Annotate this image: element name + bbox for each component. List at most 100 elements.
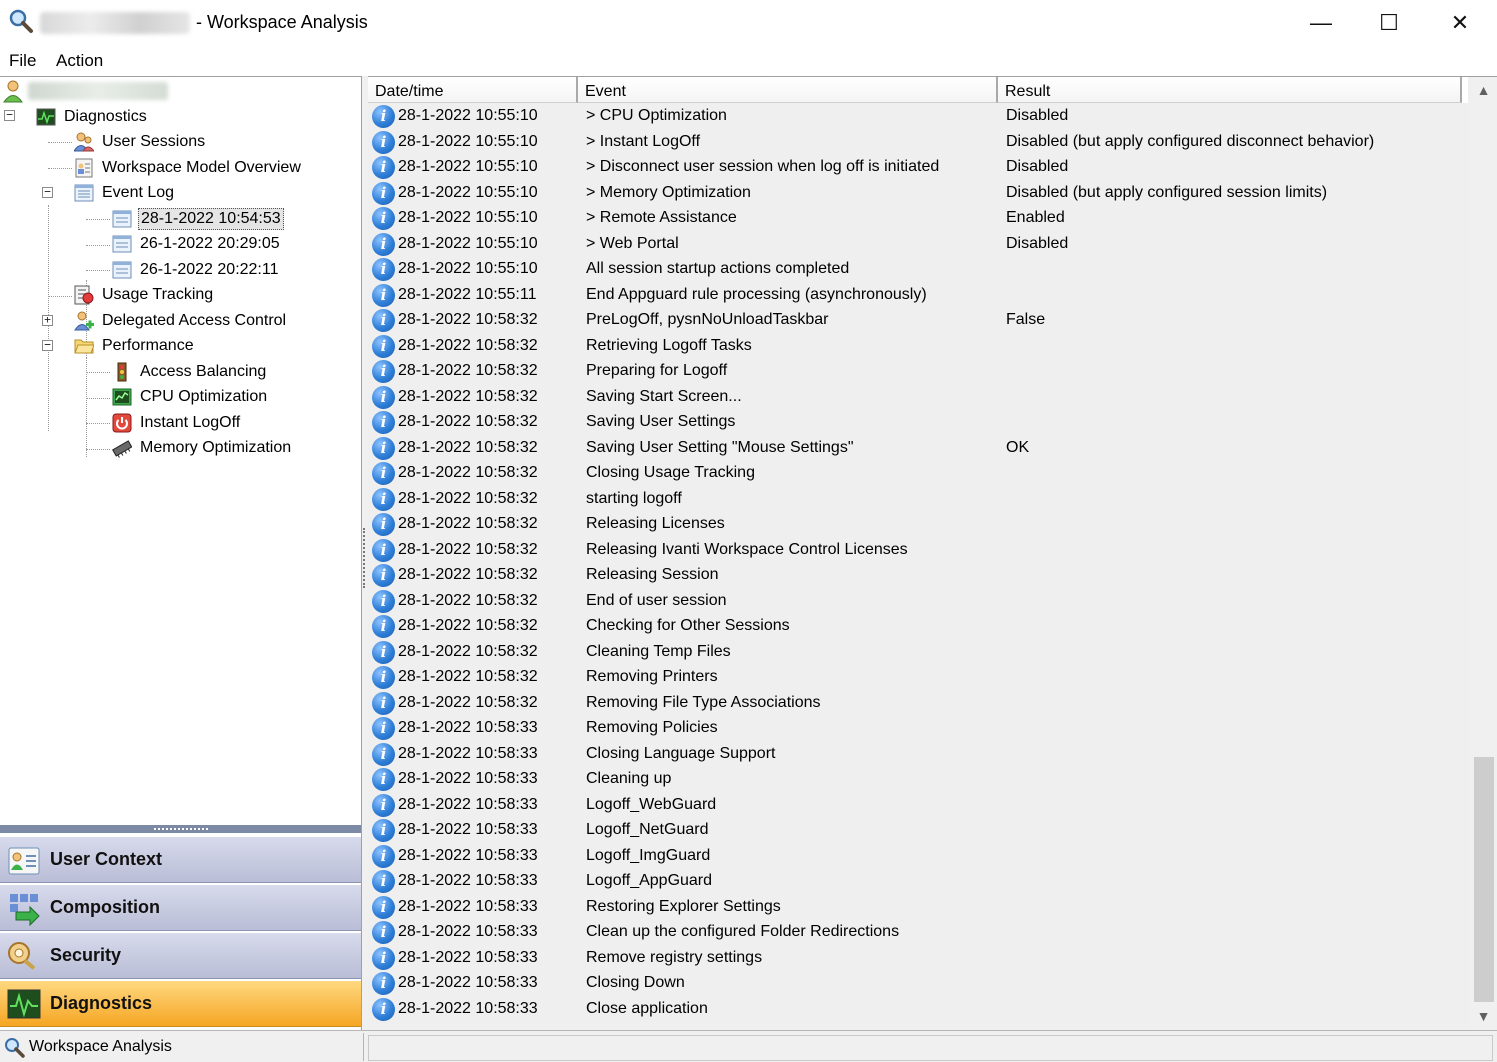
info-icon: i	[372, 411, 395, 434]
cell-event: > Disconnect user session when log off i…	[586, 158, 940, 175]
info-icon: i	[372, 360, 395, 383]
table-row[interactable]: i 28-1-2022 10:55:11 End Appguard rule pro…	[368, 283, 1468, 308]
nav-label: Composition	[50, 897, 160, 917]
cell-datetime: 28-1-2022 10:58:32	[398, 693, 538, 711]
table-row[interactable]: i 28-1-2022 10:55:10 > Remote Assistance En…	[368, 206, 1468, 231]
cell-datetime: 28-1-2022 10:58:32	[398, 540, 538, 558]
table-row[interactable]: i 28-1-2022 10:58:33 Remove registry setti…	[368, 946, 1468, 971]
column-header-result[interactable]: Result	[998, 77, 1462, 103]
expander-delegated-access[interactable]: +	[42, 314, 53, 326]
scroll-up-icon[interactable]: ▲	[1470, 77, 1497, 103]
nav-composition[interactable]: Composition	[0, 885, 361, 931]
table-row[interactable]: i 28-1-2022 10:58:33 Closing Down	[368, 971, 1468, 996]
table-row[interactable]: i 28-1-2022 10:58:33 Logoff_AppGuard	[368, 869, 1468, 894]
table-row[interactable]: i 28-1-2022 10:58:32 Removing Printers	[368, 665, 1468, 690]
cell-event: PreLogOff, pysnNoUnloadTaskbar	[586, 311, 829, 328]
nav-label: User Context	[50, 849, 163, 869]
table-row[interactable]: i 28-1-2022 10:55:10 > Disconnect user ses…	[368, 155, 1468, 180]
table-row[interactable]: i 28-1-2022 10:58:32 Closing Usage Trackin…	[368, 461, 1468, 486]
table-row[interactable]: i 28-1-2022 10:58:32 Removing File Type As…	[368, 691, 1468, 716]
tree-item-memory-optimization[interactable]: Memory Optimization	[112, 436, 293, 460]
minimize-button[interactable]: —	[1286, 0, 1356, 46]
table-row[interactable]: i 28-1-2022 10:55:10 All session startup a…	[368, 257, 1468, 282]
expander-event-log[interactable]: −	[42, 186, 53, 198]
tree-item-performance[interactable]: Performance	[74, 334, 196, 358]
cell-result: Disabled (but apply configured session l…	[1006, 183, 1328, 201]
table-row[interactable]: i 28-1-2022 10:58:32 starting logoff	[368, 487, 1468, 512]
tree-item-instant-logoff[interactable]: Instant LogOff	[112, 411, 242, 435]
tree-label: Usage Tracking	[102, 286, 214, 303]
vertical-scrollbar[interactable]: ▲ ▼	[1470, 77, 1497, 1031]
table-row[interactable]: i 28-1-2022 10:58:32 Preparing for Logoff	[368, 359, 1468, 384]
tree-item-delegated-access-control[interactable]: Delegated Access Control	[74, 309, 288, 333]
table-row[interactable]: i 28-1-2022 10:58:33 Clean up the configur…	[368, 920, 1468, 945]
redacted-user-node[interactable]	[28, 82, 168, 100]
table-row[interactable]: i 28-1-2022 10:58:32 Saving Start Screen..…	[368, 385, 1468, 410]
info-icon: i	[372, 615, 395, 638]
tree-item-diagnostics[interactable]: Diagnostics	[36, 105, 149, 129]
tree-item-workspace-model-overview[interactable]: Workspace Model Overview	[74, 156, 303, 180]
scroll-down-icon[interactable]: ▼	[1470, 1003, 1497, 1029]
table-row[interactable]: i 28-1-2022 10:58:32 Releasing Licenses	[368, 512, 1468, 537]
close-button[interactable]: ✕	[1425, 0, 1495, 46]
column-header-event[interactable]: Event	[578, 77, 998, 103]
table-row[interactable]: i 28-1-2022 10:58:33 Logoff_NetGuard	[368, 818, 1468, 843]
cell-datetime: 28-1-2022 10:58:32	[398, 617, 538, 634]
table-row[interactable]: i 28-1-2022 10:58:32 Checking for Other Se…	[368, 614, 1468, 639]
nav-diagnostics[interactable]: Diagnostics	[0, 981, 361, 1027]
tree-label: Workspace Model Overview	[102, 159, 301, 176]
cell-result: Disabled	[1006, 234, 1069, 252]
nav-user-context[interactable]: User Context	[0, 837, 361, 883]
cell-event: Removing Printers	[586, 668, 718, 685]
tree-item-access-balancing[interactable]: Access Balancing	[112, 360, 268, 384]
info-icon: i	[372, 334, 395, 358]
table-row[interactable]: i 28-1-2022 10:58:33 Closing Language Supp…	[368, 742, 1468, 767]
tree-item-usage-tracking[interactable]: Usage Tracking	[74, 283, 215, 307]
user-card-icon	[8, 847, 40, 874]
menu-file[interactable]: File	[9, 51, 36, 71]
maximize-button[interactable]: ☐	[1354, 0, 1424, 46]
table-row[interactable]: i 28-1-2022 10:55:10 > CPU Optimization Dis…	[368, 104, 1468, 129]
tree-item-log-26-1-2022-a[interactable]: 26-1-2022 20:29:05	[112, 232, 282, 256]
table-row[interactable]: i 28-1-2022 10:55:10 > Instant LogOff Disab…	[368, 130, 1468, 155]
tree-line	[86, 245, 110, 246]
tree-item-event-log[interactable]: Event Log	[74, 181, 176, 205]
tree-view[interactable]: − − + − Diagnostics User Sessions Worksp…	[0, 77, 362, 825]
menu-action[interactable]: Action	[56, 51, 103, 71]
tree-item-log-26-1-2022-b[interactable]: 26-1-2022 20:22:11	[112, 258, 280, 282]
table-row[interactable]: i 28-1-2022 10:58:33 Restoring Explorer Se…	[368, 895, 1468, 920]
cell-datetime: 28-1-2022 10:58:32	[398, 464, 538, 481]
table-row[interactable]: i 28-1-2022 10:55:10 > Web Portal Disabled	[368, 232, 1468, 257]
tree-item-cpu-optimization[interactable]: CPU Optimization	[112, 385, 269, 409]
cell-datetime: 28-1-2022 10:58:32	[398, 566, 538, 583]
table-row[interactable]: i 28-1-2022 10:58:32 Retrieving Logoff Tas…	[368, 334, 1468, 359]
table-row[interactable]: i 28-1-2022 10:58:32 Cleaning Temp Files	[368, 640, 1468, 665]
column-header-datetime[interactable]: Date/time	[368, 77, 578, 103]
table-row[interactable]: i 28-1-2022 10:58:32 Saving User Settings	[368, 410, 1468, 435]
panel-splitter[interactable]	[0, 825, 361, 833]
table-row[interactable]: i 28-1-2022 10:58:33 Cleaning up	[368, 767, 1468, 792]
cell-datetime: 28-1-2022 10:58:32	[398, 336, 538, 354]
table-row[interactable]: i 28-1-2022 10:55:10 > Memory Optimization…	[368, 181, 1468, 206]
table-row[interactable]: i 28-1-2022 10:58:33 Logoff_WebGuard	[368, 793, 1468, 818]
expander-performance[interactable]: −	[42, 339, 53, 351]
scrollbar-thumb[interactable]	[1474, 757, 1494, 1002]
tree-line	[48, 142, 72, 143]
table-row[interactable]: i 28-1-2022 10:58:32 Releasing Session	[368, 563, 1468, 588]
table-row[interactable]: i 28-1-2022 10:58:33 Close application	[368, 997, 1468, 1022]
tree-item-log-28-1-2022[interactable]: 28-1-2022 10:54:53	[112, 207, 284, 231]
expander-diagnostics[interactable]: −	[4, 109, 15, 121]
table-row[interactable]: i 28-1-2022 10:58:32 PreLogOff, pysnNoUnlo…	[368, 308, 1468, 333]
splitter-grip	[153, 828, 208, 830]
table-row[interactable]: i 28-1-2022 10:58:33 Logoff_ImgGuard	[368, 844, 1468, 869]
cell-event: > Memory Optimization	[586, 183, 751, 201]
table-row[interactable]: i 28-1-2022 10:58:33 Removing Policies	[368, 716, 1468, 741]
tree-item-user-sessions[interactable]: User Sessions	[74, 130, 207, 154]
table-row[interactable]: i 28-1-2022 10:58:32 End of user session	[368, 589, 1468, 614]
nav-security[interactable]: Security	[0, 933, 361, 979]
table-row[interactable]: i 28-1-2022 10:58:32 Releasing Ivanti Work…	[368, 538, 1468, 563]
table-row[interactable]: i 28-1-2022 10:58:32 Saving User Setting "…	[368, 436, 1468, 461]
cell-datetime: 28-1-2022 10:58:33	[398, 821, 538, 838]
folder-open-icon	[74, 339, 94, 354]
cell-event: Clean up the configured Folder Redirecti…	[586, 923, 900, 940]
